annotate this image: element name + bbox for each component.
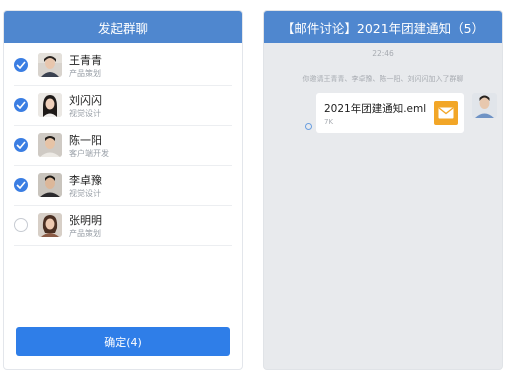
message-timestamp: 22:46 [372,49,394,58]
chat-panel: 【邮件讨论】2021年团建通知（5） 22:46 你邀请王青青、李卓豫、陈一阳、… [263,10,503,370]
member-name: 刘闪闪 [69,94,102,107]
member-list: 王青青 产品策划 刘闪闪 视觉设计 陈一阳 客户端开发 李卓豫 视觉设计 张明明… [4,43,242,246]
avatar [38,173,62,197]
avatar [38,213,62,237]
file-size: 7K [324,118,334,126]
member-name: 李卓豫 [69,174,102,187]
member-role: 产品策划 [69,69,101,78]
checked-icon[interactable] [14,178,28,192]
member-role: 产品策划 [69,229,101,238]
checked-icon[interactable] [14,58,28,72]
system-message: 你邀请王青青、李卓豫、陈一阳、刘闪闪加入了群聊 [302,75,464,83]
create-group-panel: 发起群聊 王青青 产品策划 刘闪闪 视觉设计 陈一阳 客户端开发 李卓豫 视觉设… [3,10,243,370]
unchecked-icon[interactable] [14,218,28,232]
avatar [38,93,62,117]
member-item-zhang[interactable]: 张明明 产品策划 [14,206,232,246]
member-item-chen[interactable]: 陈一阳 客户端开发 [14,126,232,166]
chat-header: 【邮件讨论】2021年团建通知（5） [264,11,502,43]
member-role: 客户端开发 [69,149,109,158]
member-name: 王青青 [69,54,102,67]
sending-status-icon [305,123,312,130]
member-item-wang[interactable]: 王青青 产品策划 [14,46,232,86]
avatar [38,133,62,157]
member-name: 张明明 [69,214,102,227]
member-item-li[interactable]: 李卓豫 视觉设计 [14,166,232,206]
chat-title: 【邮件讨论】2021年团建通知（5） [281,20,485,36]
create-group-title: 发起群聊 [97,20,148,36]
confirm-button[interactable]: 确定(4) [16,327,230,356]
file-message-bubble[interactable]: 2021年团建通知.eml 7K [316,93,464,133]
member-item-liu[interactable]: 刘闪闪 视觉设计 [14,86,232,126]
confirm-label: 确定(4) [104,335,142,349]
checked-icon[interactable] [14,98,28,112]
member-role: 视觉设计 [69,109,101,118]
avatar [38,53,62,77]
avatar [472,93,497,118]
checked-icon[interactable] [14,138,28,152]
mail-icon [434,101,458,125]
member-name: 陈一阳 [69,134,102,147]
member-role: 视觉设计 [69,189,101,198]
file-name: 2021年团建通知.eml [324,103,427,115]
create-group-header: 发起群聊 [4,11,242,43]
